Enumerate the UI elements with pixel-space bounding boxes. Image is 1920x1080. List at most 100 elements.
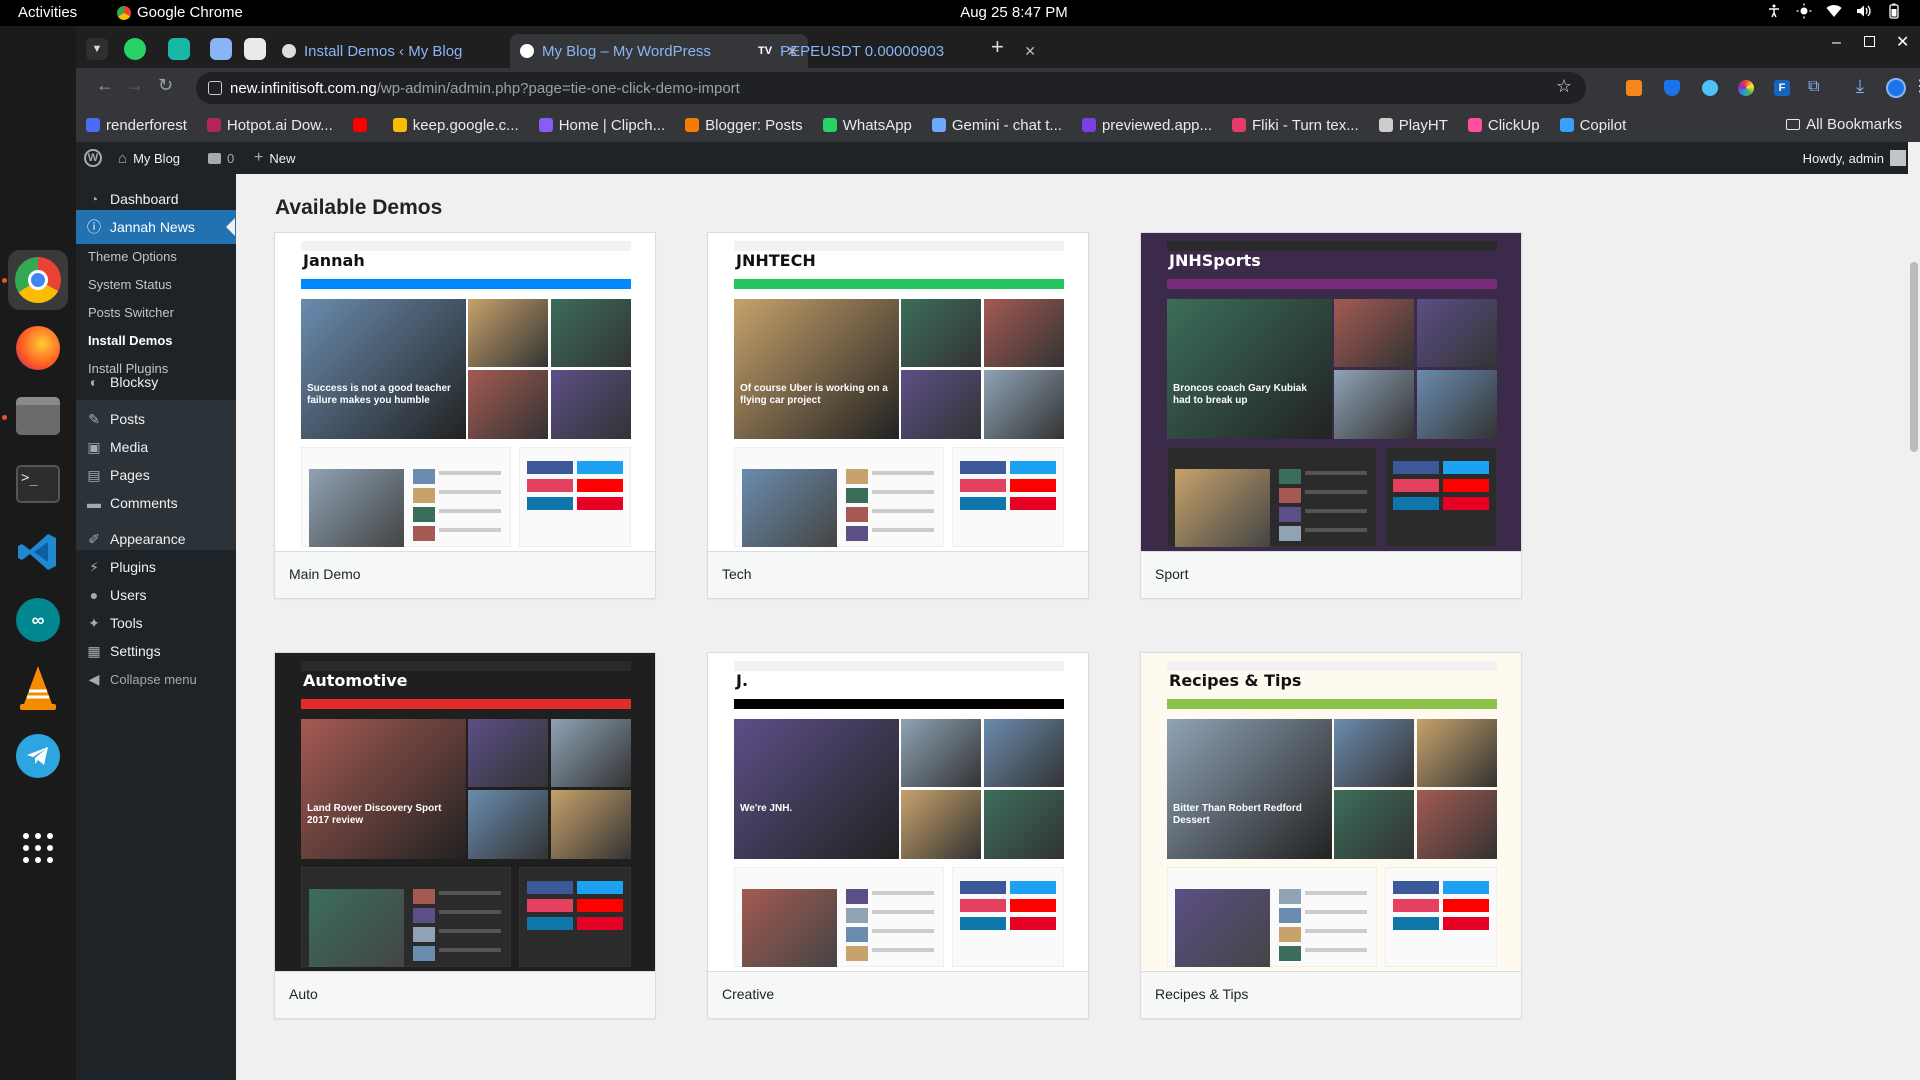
demo-card[interactable]: Automotive Land Rover Discovery Sport 201… xyxy=(274,652,656,1019)
page-scrollbar[interactable] xyxy=(1908,142,1920,1080)
dock-files[interactable] xyxy=(8,386,68,446)
demo-screenshot[interactable]: JNHTECH Of course Uber is working on a fl… xyxy=(708,233,1088,551)
menu-kebab-icon[interactable]: ⋮ xyxy=(1912,76,1920,96)
system-top-bar: Activities Google Chrome Aug 25 8:47 PM xyxy=(0,0,1920,26)
bookmark-item[interactable]: ClickUp xyxy=(1458,117,1550,134)
comments-link[interactable]: 0 xyxy=(208,142,234,174)
reload-button[interactable]: ↻ xyxy=(158,75,173,96)
dock-telegram[interactable] xyxy=(8,726,68,786)
extension-shield-icon[interactable] xyxy=(1664,80,1680,96)
extension-blue-icon[interactable] xyxy=(1702,80,1718,96)
bookmark-item[interactable]: keep.google.c... xyxy=(383,117,529,134)
dock-vlc[interactable] xyxy=(8,658,68,718)
scrollbar-thumb[interactable] xyxy=(1910,262,1918,452)
demo-card[interactable]: JNHSports Broncos coach Gary Kubiak had t… xyxy=(1140,232,1522,599)
close-window-button[interactable]: ✕ xyxy=(1896,32,1909,52)
back-button[interactable]: ← xyxy=(96,75,114,96)
profile-avatar[interactable] xyxy=(1886,78,1906,98)
menu-item-label: Tools xyxy=(110,615,143,631)
menu-item-jannah-news[interactable]: ⓘ Jannah News xyxy=(76,210,236,244)
bookmark-item[interactable]: previewed.app... xyxy=(1072,117,1222,134)
system-tray[interactable] xyxy=(1766,3,1902,19)
bookmark-favicon-icon xyxy=(1081,118,1096,132)
bookmark-item[interactable]: Blogger: Posts xyxy=(675,117,813,134)
clock[interactable]: Aug 25 8:47 PM xyxy=(944,4,1084,21)
new-content-link[interactable]: + New xyxy=(254,142,295,174)
files-icon xyxy=(16,397,60,435)
download-icon[interactable]: ⤓ xyxy=(1856,76,1864,97)
bookmark-star-icon[interactable]: ☆ xyxy=(1556,76,1572,97)
bookmark-item[interactable]: PlayHT xyxy=(1369,117,1458,134)
bookmark-item[interactable] xyxy=(343,118,383,132)
submenu-item-install-plugins[interactable]: Install Plugins xyxy=(76,354,236,382)
bookmark-label: Hotpot.ai Dow... xyxy=(226,116,333,134)
dock-arduino[interactable]: ∞ xyxy=(8,590,68,650)
pinned-tab-whatsapp[interactable] xyxy=(124,38,146,60)
bookmark-item[interactable]: Copilot xyxy=(1550,117,1637,134)
bookmark-favicon-icon xyxy=(392,118,407,132)
brightness-icon[interactable] xyxy=(1796,3,1812,19)
wifi-icon[interactable] xyxy=(1826,3,1842,19)
bookmark-item[interactable]: Fliki - Turn tex... xyxy=(1222,117,1369,134)
menu-item-label: Media xyxy=(110,439,149,455)
dock-show-apps[interactable] xyxy=(8,818,68,878)
new-tab-button[interactable]: + xyxy=(991,34,1004,60)
bookmark-item[interactable]: Gemini - chat t... xyxy=(922,117,1072,134)
demo-screenshot[interactable]: Jannah Success is not a good teacher fail… xyxy=(275,233,655,551)
demo-card[interactable]: Recipes & Tips Bitter Than Robert Redford… xyxy=(1140,652,1522,1019)
tradingview-favicon: TV xyxy=(758,45,773,57)
demo-name: Tech xyxy=(722,566,752,582)
submenu-item-posts-switcher[interactable]: Posts Switcher xyxy=(76,298,236,326)
address-bar[interactable]: new.infinitisoft.com.ng/wp-admin/admin.p… xyxy=(196,72,1586,104)
bookmark-label: PlayHT xyxy=(1398,116,1448,134)
dock-vscode[interactable] xyxy=(8,522,68,582)
demo-screenshot[interactable]: J. We're JNH. xyxy=(708,653,1088,971)
tab-title: PEPEUSDT 0.00000903 xyxy=(780,42,945,60)
minimize-button[interactable]: – xyxy=(1832,34,1841,52)
wordpress-logo-icon[interactable]: W xyxy=(84,142,102,174)
comments-icon: ▬ xyxy=(87,495,101,511)
app-menu[interactable]: Google Chrome xyxy=(117,4,243,21)
my-account-link[interactable]: Howdy, admin xyxy=(1803,142,1906,174)
dock-terminal[interactable]: >_ xyxy=(8,454,68,514)
demo-name: Recipes & Tips xyxy=(1155,986,1249,1002)
all-bookmarks[interactable]: All Bookmarks xyxy=(1776,116,1912,133)
submenu-item-theme-options[interactable]: Theme Options xyxy=(76,242,236,270)
media-icon: ▣ xyxy=(87,438,101,455)
demo-card[interactable]: J. We're JNH. Creative xyxy=(707,652,1089,1019)
battery-icon[interactable] xyxy=(1886,3,1902,19)
menu-item-comments[interactable]: ▬ Comments xyxy=(76,486,236,520)
bookmark-item[interactable]: Hotpot.ai Dow... xyxy=(197,117,343,134)
pinned-tab-docs[interactable] xyxy=(210,38,232,60)
demo-screenshot[interactable]: JNHSports Broncos coach Gary Kubiak had t… xyxy=(1141,233,1521,551)
activities-button[interactable]: Activities xyxy=(18,4,77,21)
demo-screenshot[interactable]: Recipes & Tips Bitter Than Robert Redford… xyxy=(1141,653,1521,971)
accessibility-icon[interactable] xyxy=(1766,3,1782,19)
dock-chrome[interactable] xyxy=(8,250,68,310)
site-name-link[interactable]: ⌂ My Blog xyxy=(118,142,180,174)
extension-f-icon[interactable]: F xyxy=(1774,80,1790,96)
forward-button[interactable]: → xyxy=(126,75,144,96)
pinned-tab-blank[interactable] xyxy=(244,38,266,60)
demo-logo: Jannah xyxy=(303,251,365,270)
dock-firefox[interactable] xyxy=(8,318,68,378)
bookmark-item[interactable]: renderforest xyxy=(76,117,197,134)
tab-search-button[interactable]: ▼ xyxy=(86,38,108,60)
submenu-item-system-status[interactable]: System Status xyxy=(76,270,236,298)
extensions-puzzle-icon[interactable]: ⧉ xyxy=(1808,78,1819,96)
extension-metamask-icon[interactable] xyxy=(1626,80,1642,96)
submenu-item-install-demos[interactable]: Install Demos xyxy=(76,326,236,354)
volume-icon[interactable] xyxy=(1856,3,1872,19)
bookmark-item[interactable]: WhatsApp xyxy=(813,117,922,134)
site-info-icon[interactable] xyxy=(208,81,222,95)
menu-item-collapse-menu[interactable]: ◀ Collapse menu xyxy=(76,662,236,696)
maximize-button[interactable] xyxy=(1864,36,1875,47)
tools-icon: ✦ xyxy=(88,614,100,631)
demo-card[interactable]: JNHTECH Of course Uber is working on a fl… xyxy=(707,232,1089,599)
demo-screenshot[interactable]: Automotive Land Rover Discovery Sport 201… xyxy=(275,653,655,971)
demo-card[interactable]: Jannah Success is not a good teacher fail… xyxy=(274,232,656,599)
extension-color-icon[interactable] xyxy=(1738,80,1754,96)
bookmark-item[interactable]: Home | Clipch... xyxy=(529,117,675,134)
pinned-tab-app[interactable] xyxy=(168,38,190,60)
close-icon[interactable]: ✕ xyxy=(1024,43,1036,60)
